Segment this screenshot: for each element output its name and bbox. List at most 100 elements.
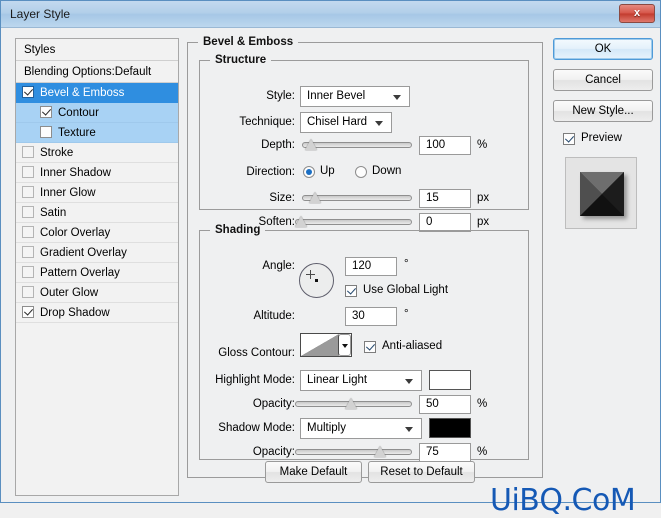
checkbox-use-global-light[interactable] bbox=[345, 285, 357, 297]
angle-dial[interactable] bbox=[299, 263, 334, 298]
checkbox-outer-glow[interactable] bbox=[22, 286, 34, 298]
chevron-down-icon bbox=[405, 427, 413, 432]
blending-options-row[interactable]: Blending Options:Default bbox=[16, 61, 178, 83]
checkbox-texture[interactable] bbox=[40, 126, 52, 138]
sidebar-item-drop-shadow[interactable]: Drop Shadow bbox=[16, 303, 178, 323]
angle-dial-handle[interactable] bbox=[306, 270, 315, 279]
direction-up-label: Up bbox=[320, 165, 335, 177]
sidebar-item-color-overlay[interactable]: Color Overlay bbox=[16, 223, 178, 243]
checkbox-inner-shadow[interactable] bbox=[22, 166, 34, 178]
bevel-bottom-face bbox=[580, 194, 624, 216]
highlight-opacity-input[interactable]: 50 bbox=[419, 395, 471, 414]
shadow-opacity-track bbox=[295, 449, 412, 455]
shadow-color-swatch[interactable] bbox=[429, 418, 471, 438]
sidebar-item-gradient-overlay[interactable]: Gradient Overlay bbox=[16, 243, 178, 263]
direction-down-label: Down bbox=[372, 165, 402, 177]
sidebar-item-label: Outer Glow bbox=[40, 287, 99, 299]
reset-to-default-button[interactable]: Reset to Default bbox=[368, 461, 475, 483]
ok-button[interactable]: OK bbox=[553, 38, 653, 60]
layer-style-dialog: Layer Style x Styles Blending Options:De… bbox=[0, 0, 661, 518]
close-icon[interactable]: x bbox=[619, 4, 655, 23]
shadow-opacity-thumb[interactable] bbox=[374, 446, 386, 457]
sidebar-item-inner-glow[interactable]: Inner Glow bbox=[16, 183, 178, 203]
radio-direction-up[interactable] bbox=[303, 166, 315, 178]
sidebar-item-stroke[interactable]: Stroke bbox=[16, 143, 178, 163]
sidebar-item-bevel-emboss[interactable]: Bevel & Emboss bbox=[16, 83, 178, 103]
technique-dropdown-value: Chisel Hard bbox=[307, 116, 368, 128]
checkbox-drop-shadow[interactable] bbox=[22, 306, 34, 318]
shadow-mode-value: Multiply bbox=[307, 422, 346, 434]
gloss-contour-picker[interactable] bbox=[300, 333, 352, 357]
angle-input[interactable]: 120 bbox=[345, 257, 397, 276]
angle-dial-center bbox=[315, 279, 318, 282]
sidebar-item-inner-shadow[interactable]: Inner Shadow bbox=[16, 163, 178, 183]
sidebar-item-contour[interactable]: Contour bbox=[16, 103, 178, 123]
checkbox-color-overlay[interactable] bbox=[22, 226, 34, 238]
direction-label: Direction: bbox=[246, 166, 295, 178]
main-settings-panel: Bevel & Emboss Structure Style: Inner Be… bbox=[187, 36, 543, 498]
shadow-opacity-slider[interactable] bbox=[295, 443, 412, 462]
checkbox-pattern-overlay[interactable] bbox=[22, 266, 34, 278]
altitude-input[interactable]: 30 bbox=[345, 307, 397, 326]
sidebar-item-label: Satin bbox=[40, 207, 67, 219]
chevron-down-icon[interactable] bbox=[338, 334, 351, 356]
shadow-opacity-unit: % bbox=[477, 446, 488, 458]
checkbox-inner-glow[interactable] bbox=[22, 186, 34, 198]
checkbox-anti-aliased[interactable] bbox=[364, 341, 376, 353]
shadow-mode-dropdown[interactable]: Multiply bbox=[300, 418, 422, 439]
checkbox-bevel-emboss[interactable] bbox=[22, 86, 34, 98]
checkbox-stroke[interactable] bbox=[22, 146, 34, 158]
depth-input[interactable]: 100 bbox=[419, 136, 471, 155]
bevel-emboss-group-title: Bevel & Emboss bbox=[203, 36, 294, 48]
checkbox-gradient-overlay[interactable] bbox=[22, 246, 34, 258]
make-default-button[interactable]: Make Default bbox=[265, 461, 362, 483]
sidebar-item-label: Pattern Overlay bbox=[40, 267, 120, 279]
highlight-mode-value: Linear Light bbox=[307, 374, 368, 386]
chevron-down-icon bbox=[393, 95, 401, 100]
technique-dropdown[interactable]: Chisel Hard bbox=[300, 112, 392, 133]
window-title: Layer Style bbox=[10, 7, 71, 21]
highlight-opacity-thumb[interactable] bbox=[345, 398, 357, 409]
title-bar[interactable]: Layer Style x bbox=[1, 1, 660, 28]
new-style-button[interactable]: New Style... bbox=[553, 100, 653, 122]
use-global-light-label: Use Global Light bbox=[363, 284, 449, 296]
depth-slider[interactable] bbox=[302, 136, 412, 155]
highlight-color-swatch[interactable] bbox=[429, 370, 471, 390]
gloss-contour-label: Gloss Contour: bbox=[218, 347, 295, 359]
checkbox-satin[interactable] bbox=[22, 206, 34, 218]
highlight-mode-dropdown[interactable]: Linear Light bbox=[300, 370, 422, 391]
highlight-opacity-slider[interactable] bbox=[295, 395, 412, 414]
styles-panel: Styles Blending Options:Default Bevel & … bbox=[15, 38, 179, 496]
shadow-opacity-input[interactable]: 75 bbox=[419, 443, 471, 462]
size-slider-thumb[interactable] bbox=[309, 192, 321, 203]
sidebar-item-label: Contour bbox=[58, 107, 99, 119]
checkbox-preview[interactable] bbox=[563, 133, 575, 145]
sidebar-item-label: Inner Shadow bbox=[40, 167, 111, 179]
highlight-mode-label: Highlight Mode: bbox=[215, 374, 295, 386]
size-slider[interactable] bbox=[302, 189, 412, 208]
sidebar-item-pattern-overlay[interactable]: Pattern Overlay bbox=[16, 263, 178, 283]
structure-group-title: Structure bbox=[215, 54, 267, 66]
shading-group-title: Shading bbox=[215, 224, 261, 236]
style-dropdown-value: Inner Bevel bbox=[307, 90, 366, 102]
style-dropdown[interactable]: Inner Bevel bbox=[300, 86, 410, 107]
altitude-label: Altitude: bbox=[253, 310, 295, 322]
sidebar-item-label: Texture bbox=[58, 127, 96, 139]
sidebar-item-label: Inner Glow bbox=[40, 187, 96, 199]
style-preview-thumbnail bbox=[565, 157, 637, 229]
sidebar-item-outer-glow[interactable]: Outer Glow bbox=[16, 283, 178, 303]
checkbox-contour[interactable] bbox=[40, 106, 52, 118]
angle-unit: ° bbox=[404, 258, 409, 270]
sidebar-item-label: Color Overlay bbox=[40, 227, 111, 239]
sidebar-item-texture[interactable]: Texture bbox=[16, 123, 178, 143]
depth-slider-thumb[interactable] bbox=[305, 139, 317, 150]
sidebar-item-satin[interactable]: Satin bbox=[16, 203, 178, 223]
cancel-button[interactable]: Cancel bbox=[553, 69, 653, 91]
size-input[interactable]: 15 bbox=[419, 189, 471, 208]
chevron-down-icon bbox=[375, 121, 383, 126]
highlight-opacity-unit: % bbox=[477, 398, 488, 410]
radio-direction-down[interactable] bbox=[355, 166, 367, 178]
sidebar-item-label: Drop Shadow bbox=[40, 307, 110, 319]
sidebar-item-label: Stroke bbox=[40, 147, 74, 159]
preview-toggle[interactable]: Preview bbox=[563, 131, 653, 149]
